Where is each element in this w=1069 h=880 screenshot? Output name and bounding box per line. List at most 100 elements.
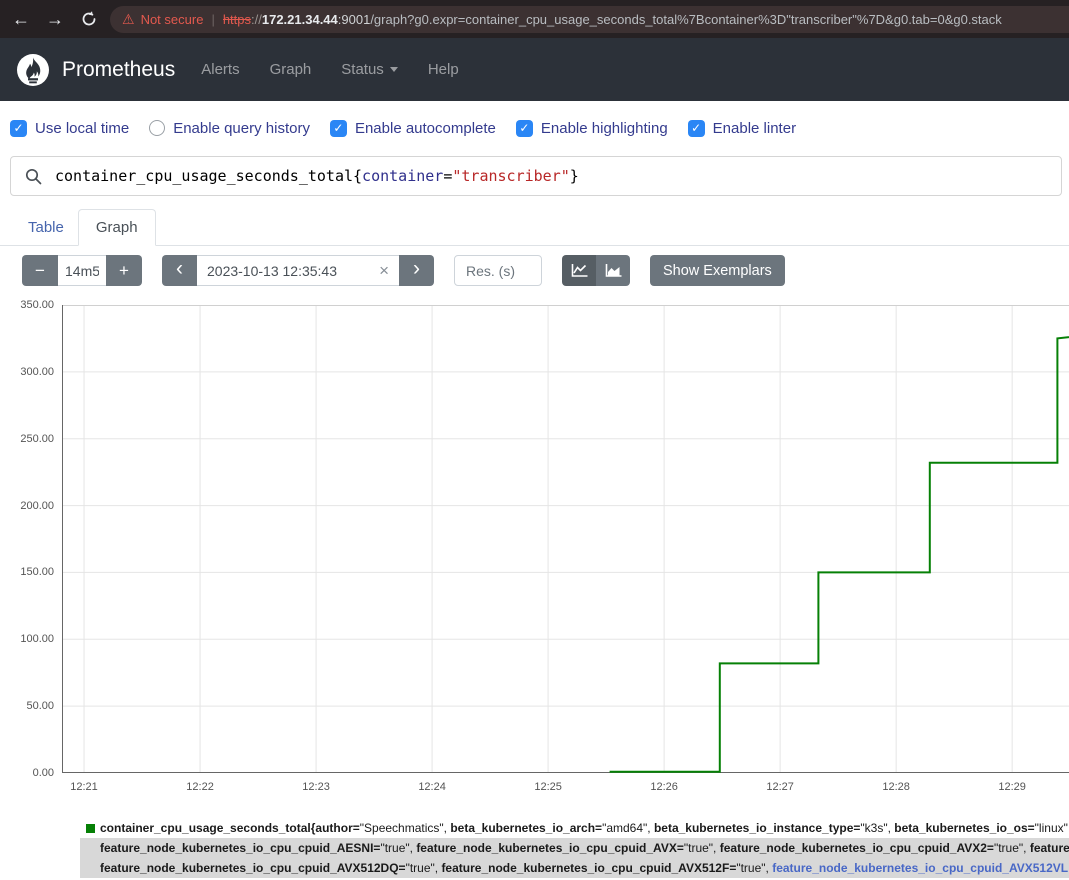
- back-icon[interactable]: ←: [12, 10, 30, 28]
- option-label: Enable query history: [173, 120, 310, 137]
- legend-segment: "true",: [406, 861, 442, 875]
- prometheus-logo-icon[interactable]: [16, 53, 50, 87]
- chart-svg[interactable]: [62, 305, 1069, 773]
- search-icon: [11, 168, 55, 185]
- stacked-graph-toggle[interactable]: [596, 255, 630, 286]
- option-label: Enable highlighting: [541, 120, 668, 137]
- caret-down-icon: [390, 67, 398, 72]
- legend-segment: beta_kubernetes_io_instance_type=: [654, 821, 860, 835]
- y-tick-label: 0.00: [0, 767, 54, 779]
- url-divider: |: [211, 12, 214, 27]
- nav-status[interactable]: Status: [341, 61, 398, 78]
- chart-area: 0.0050.00100.00150.00200.00250.00300.003…: [0, 305, 1069, 810]
- query-input[interactable]: container_cpu_usage_seconds_total{contai…: [10, 156, 1062, 196]
- checkbox-checked-icon[interactable]: ✓: [330, 120, 347, 137]
- query-expression[interactable]: container_cpu_usage_seconds_total{contai…: [55, 167, 579, 185]
- brand-title[interactable]: Prometheus: [62, 58, 175, 82]
- nav-alerts[interactable]: Alerts: [201, 61, 239, 78]
- legend-segment: container_cpu_usage_seconds_total{author…: [100, 821, 360, 835]
- option-enable-highlighting[interactable]: ✓ Enable highlighting: [516, 120, 668, 137]
- option-enable-query-history[interactable]: Enable query history: [149, 120, 310, 137]
- series-swatch: [86, 824, 95, 833]
- legend: container_cpu_usage_seconds_total{author…: [80, 818, 1069, 880]
- datetime-input[interactable]: 2023-10-13 12:35:43 ×: [197, 255, 399, 286]
- legend-segment: "k3s",: [860, 821, 894, 835]
- checkbox-unchecked-icon[interactable]: [149, 120, 165, 136]
- url-bar[interactable]: ⚠ Not secure | https://172.21.34.44:9001…: [110, 6, 1069, 33]
- legend-segment: feature_node_kubernetes_io_cpu_cpuid_AES…: [100, 841, 380, 855]
- x-tick-label: 12:22: [172, 781, 228, 793]
- increase-range-button[interactable]: +: [106, 255, 142, 286]
- legend-line[interactable]: container_cpu_usage_seconds_total{author…: [80, 818, 1069, 838]
- x-tick-label: 12:26: [636, 781, 692, 793]
- query-token-label: container: [362, 167, 443, 185]
- reload-icon[interactable]: [80, 10, 98, 28]
- query-token-punct: {: [353, 167, 362, 185]
- forward-icon[interactable]: →: [46, 10, 64, 28]
- legend-segment: feature_node_kubernetes_io_cpu_cpuid_AVX…: [772, 861, 1068, 875]
- legend-segment: "true",: [380, 841, 416, 855]
- query-token-metric: container_cpu_usage_seconds_total: [55, 167, 353, 185]
- legend-segment: feature_node_kubernetes_io_cpu_cpuid_AVX…: [720, 841, 994, 855]
- time-control-group: ‹ 2023-10-13 12:35:43 × ›: [162, 255, 434, 286]
- url-host: 172.21.34.44: [262, 12, 338, 27]
- query-token-punct: =: [443, 167, 452, 185]
- warning-icon: ⚠: [122, 11, 135, 28]
- legend-line[interactable]: feature_node_kubernetes_io_cpu_cpuid_AVX…: [80, 858, 1069, 878]
- clear-datetime-icon[interactable]: ×: [379, 261, 389, 281]
- y-tick-label: 50.00: [0, 700, 54, 712]
- tab-table[interactable]: Table: [14, 210, 78, 245]
- x-tick-label: 12:29: [984, 781, 1040, 793]
- y-tick-label: 350.00: [0, 299, 54, 311]
- show-exemplars-button[interactable]: Show Exemplars: [650, 255, 785, 286]
- y-tick-label: 300.00: [0, 366, 54, 378]
- nav-help[interactable]: Help: [428, 61, 459, 78]
- forward-time-button[interactable]: ›: [399, 255, 434, 286]
- legend-lines: container_cpu_usage_seconds_total{author…: [80, 818, 1069, 878]
- line-graph-toggle[interactable]: [562, 255, 596, 286]
- option-use-local-time[interactable]: ✓ Use local time: [10, 120, 129, 137]
- legend-segment: "true",: [736, 861, 772, 875]
- navbar-links: Alerts Graph Status Help: [201, 61, 488, 78]
- x-tick-label: 12:23: [288, 781, 344, 793]
- legend-segment: "Speechmatics",: [360, 821, 451, 835]
- legend-line[interactable]: feature_node_kubernetes_io_cpu_cpuid_AES…: [80, 838, 1069, 858]
- url-port: :9001: [338, 12, 371, 27]
- option-label: Use local time: [35, 120, 129, 137]
- url-path: /graph?g0.expr=container_cpu_usage_secon…: [370, 12, 1001, 27]
- resolution-input[interactable]: [454, 255, 542, 286]
- query-token-string: "transcriber": [452, 167, 569, 185]
- tab-graph[interactable]: Graph: [78, 209, 156, 246]
- x-tick-label: 12:25: [520, 781, 576, 793]
- legend-segment: beta_kubernetes_io_arch=: [450, 821, 602, 835]
- legend-segment: "true",: [994, 841, 1030, 855]
- nav-graph[interactable]: Graph: [270, 61, 312, 78]
- x-tick-label: 12:27: [752, 781, 808, 793]
- option-enable-linter[interactable]: ✓ Enable linter: [688, 120, 796, 137]
- option-label: Enable linter: [713, 120, 796, 137]
- legend-segment: feature_node_kubernetes_io_cpu_cpuid_AVX…: [416, 841, 684, 855]
- prometheus-navbar: Prometheus Alerts Graph Status Help: [0, 38, 1069, 101]
- legend-segment: "amd64",: [602, 821, 654, 835]
- y-tick-label: 250.00: [0, 433, 54, 445]
- graph-controls: − + ‹ 2023-10-13 12:35:43 × › Show Exemp…: [22, 255, 785, 286]
- legend-segment: "true",: [684, 841, 720, 855]
- legend-segment: beta_kubernetes_io_os=: [894, 821, 1034, 835]
- y-tick-label: 150.00: [0, 566, 54, 578]
- url-scheme-separator: ://: [251, 12, 262, 27]
- checkbox-checked-icon[interactable]: ✓: [516, 120, 533, 137]
- tab-bar: Table Graph: [0, 205, 1069, 246]
- decrease-range-button[interactable]: −: [22, 255, 58, 286]
- datetime-value: 2023-10-13 12:35:43: [207, 263, 373, 279]
- legend-segment: "linux",: [1035, 821, 1069, 835]
- y-tick-label: 100.00: [0, 633, 54, 645]
- checkbox-checked-icon[interactable]: ✓: [10, 120, 27, 137]
- nav-status-label: Status: [341, 61, 384, 78]
- option-enable-autocomplete[interactable]: ✓ Enable autocomplete: [330, 120, 496, 137]
- rewind-time-button[interactable]: ‹: [162, 255, 197, 286]
- checkbox-checked-icon[interactable]: ✓: [688, 120, 705, 137]
- option-label: Enable autocomplete: [355, 120, 496, 137]
- range-control-group: − +: [22, 255, 142, 286]
- options-row: ✓ Use local time Enable query history ✓ Enab…: [10, 110, 1069, 146]
- range-input[interactable]: [58, 255, 106, 286]
